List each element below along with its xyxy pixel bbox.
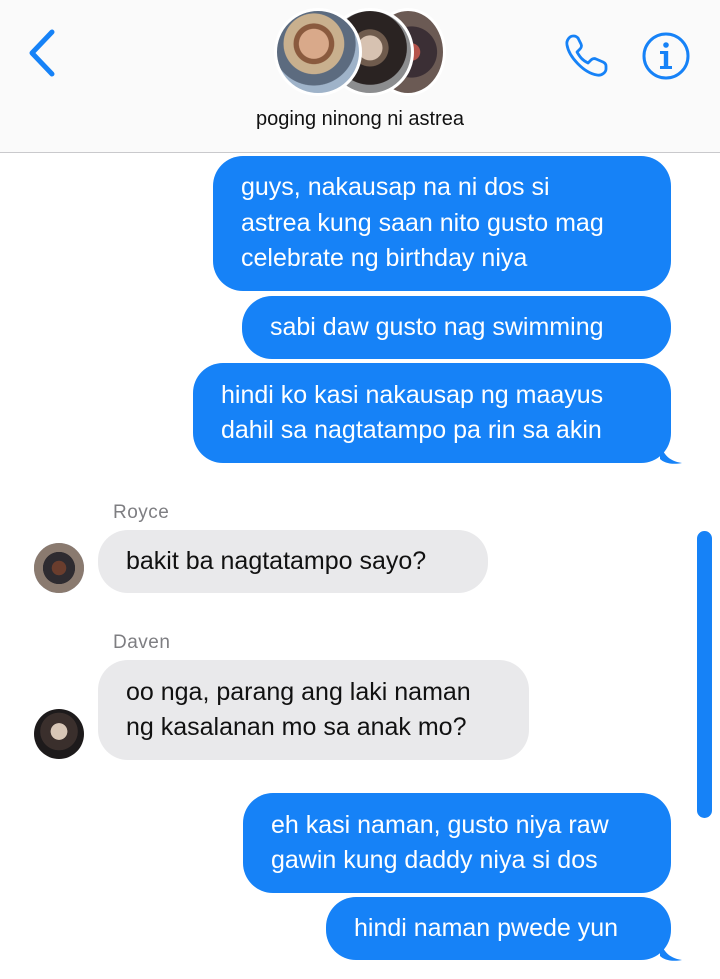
sender-name: Royce: [113, 502, 170, 523]
message-text: oo nga, parang ang laki naman ng kasalan…: [126, 677, 471, 742]
message-text: guys, nakausap na ni dos si astrea kung …: [241, 173, 604, 273]
call-button[interactable]: [560, 30, 612, 82]
message-bubble-outgoing[interactable]: hindi naman pwede yun: [326, 897, 671, 960]
message-bubble-outgoing[interactable]: eh kasi naman, gusto niya raw gawin kung…: [243, 793, 671, 893]
message-bubble-incoming[interactable]: bakit ba nagtatampo sayo?: [98, 530, 488, 593]
back-button[interactable]: [24, 26, 64, 80]
message-bubble-incoming[interactable]: oo nga, parang ang laki naman ng kasalan…: [98, 660, 529, 760]
message-bubble-outgoing[interactable]: guys, nakausap na ni dos si astrea kung …: [213, 156, 671, 291]
chat-header: poging ninong ni astrea: [0, 0, 720, 153]
group-avatars[interactable]: [274, 6, 446, 96]
chat-screen: poging ninong ni astrea guys, nakausap n…: [0, 0, 720, 979]
message-text: hindi naman pwede yun: [354, 913, 619, 942]
avatar[interactable]: [34, 543, 84, 593]
avatar[interactable]: [34, 709, 84, 759]
message-bubble-outgoing[interactable]: sabi daw gusto nag swimming: [242, 296, 671, 359]
scrollbar[interactable]: [697, 531, 712, 818]
message-text: sabi daw gusto nag swimming: [270, 312, 604, 341]
info-icon: [642, 32, 690, 80]
bubble-tail: [660, 938, 682, 961]
message-text: bakit ba nagtatampo sayo?: [126, 546, 427, 575]
group-name[interactable]: poging ninong ni astrea: [0, 108, 720, 131]
bubble-tail: [660, 441, 682, 464]
avatar: [274, 8, 362, 96]
chevron-left-icon: [29, 29, 55, 77]
sender-name: Daven: [113, 632, 171, 653]
message-bubble-outgoing[interactable]: hindi ko kasi nakausap ng maayus dahil s…: [193, 363, 671, 463]
message-text: eh kasi naman, gusto niya raw gawin kung…: [271, 810, 609, 875]
phone-icon: [565, 34, 608, 77]
info-button[interactable]: [640, 30, 692, 82]
message-text: hindi ko kasi nakausap ng maayus dahil s…: [221, 380, 604, 445]
